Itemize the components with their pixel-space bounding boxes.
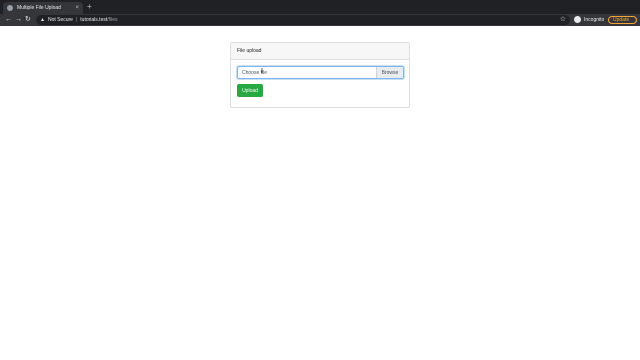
text-cursor-icon: I xyxy=(261,68,263,75)
upload-card: File upload Choose file Browse Upload xyxy=(230,42,410,108)
file-input-label[interactable]: Choose file xyxy=(238,67,376,78)
tab-title: Multiple File Upload xyxy=(17,5,61,11)
incognito-indicator[interactable]: Incognito xyxy=(574,16,604,23)
forward-icon[interactable]: → xyxy=(15,15,22,25)
browser-toolbar: ← → ↻ ▲ Not Secure | tutorials.test/file… xyxy=(0,14,640,26)
security-status[interactable]: Not Secure xyxy=(48,17,73,23)
new-tab-icon[interactable]: + xyxy=(87,3,92,11)
separator: | xyxy=(75,17,78,23)
browser-tab[interactable]: Multiple File Upload × xyxy=(3,2,83,14)
url-host[interactable]: tutorials.test xyxy=(80,17,107,23)
url-path[interactable]: /files xyxy=(107,17,117,23)
incognito-icon xyxy=(574,16,581,23)
upload-button[interactable]: Upload xyxy=(237,84,263,97)
card-header: File upload xyxy=(231,43,409,60)
card-title: File upload xyxy=(237,48,262,54)
favicon-icon xyxy=(7,5,13,11)
update-button[interactable]: Update ⋮ xyxy=(608,16,639,24)
close-tab-icon[interactable]: × xyxy=(75,5,79,11)
bookmark-star-icon[interactable]: ☆ xyxy=(560,15,566,25)
address-bar[interactable]: ▲ Not Secure | tutorials.test/files ☆ xyxy=(36,15,570,25)
update-label: Update xyxy=(613,17,630,23)
browser-tabstrip: Multiple File Upload × + xyxy=(0,0,640,14)
back-icon[interactable]: ← xyxy=(5,15,12,25)
warning-icon[interactable]: ▲ xyxy=(40,17,45,23)
menu-dots-icon: ⋮ xyxy=(633,17,639,23)
reload-icon[interactable]: ↻ xyxy=(25,15,31,25)
browse-button[interactable]: Browse xyxy=(376,67,403,78)
incognito-label: Incognito xyxy=(584,16,605,23)
